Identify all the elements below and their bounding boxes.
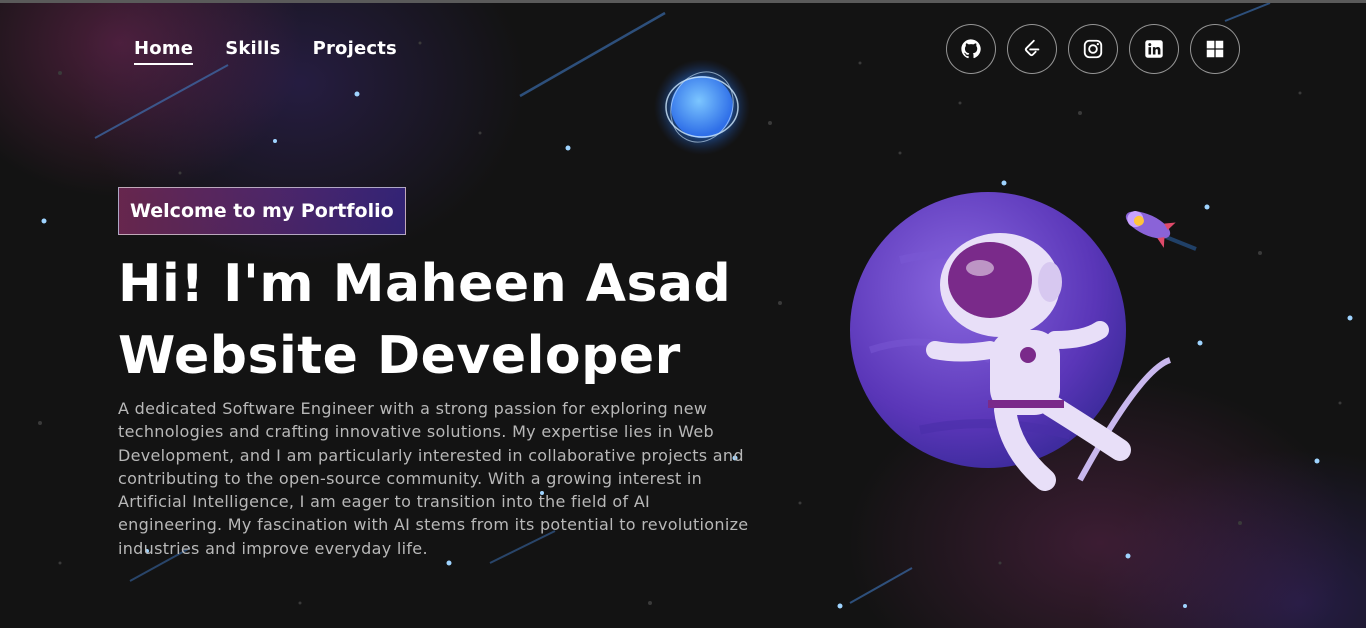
linkedin-link[interactable] [1129, 24, 1179, 74]
hero-greeting: Hi! I'm Maheen Asad [118, 254, 732, 314]
welcome-tagline: Welcome to my Portfolio [118, 187, 406, 235]
linkedin-icon [1145, 40, 1163, 58]
windows-link[interactable] [1190, 24, 1240, 74]
github-icon [961, 39, 981, 59]
windows-icon [1206, 40, 1224, 58]
social-links [946, 24, 1240, 74]
leetcode-link[interactable] [1007, 24, 1057, 74]
hero-role: Website Developer [118, 326, 681, 386]
instagram-icon [1083, 39, 1103, 59]
astronaut-planet-illustration [850, 192, 1172, 491]
nav-link-projects[interactable]: Projects [313, 38, 397, 65]
main-nav: Home Skills Projects [134, 38, 397, 65]
hero-headline: Hi! I'm Maheen Asad Website Developer [118, 248, 731, 392]
leetcode-icon [1024, 39, 1040, 57]
instagram-link[interactable] [1068, 24, 1118, 74]
github-link[interactable] [946, 24, 996, 74]
hero-description: A dedicated Software Engineer with a str… [118, 399, 749, 558]
nav-link-skills[interactable]: Skills [225, 38, 280, 65]
nav-link-home[interactable]: Home [134, 38, 194, 65]
glowing-orb-illustration [654, 60, 750, 155]
